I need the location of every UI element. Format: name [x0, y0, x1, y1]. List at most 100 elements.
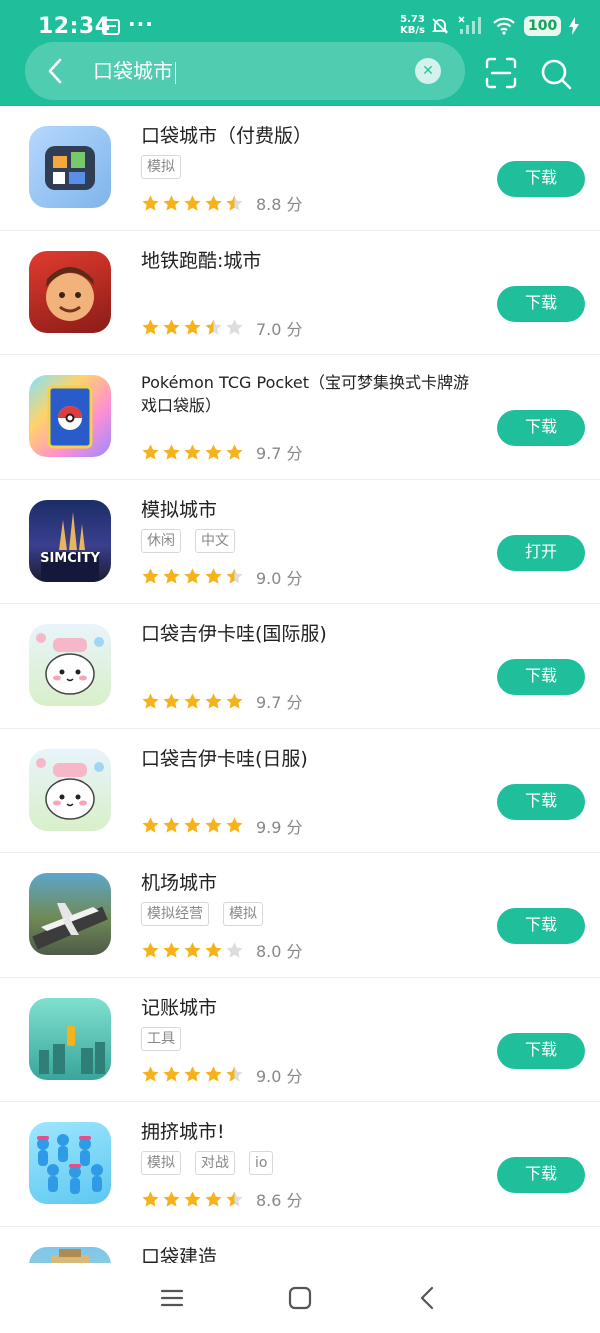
star-full-icon: [163, 817, 180, 833]
app-list-item[interactable]: SIMCITY 模拟城市 休闲 中文 9.0 分 打开: [0, 480, 600, 604]
search-results-list[interactable]: 口袋城市（付费版） 模拟 8.8 分 下载 地铁跑酷:城市 7.0 分 下载 P…: [0, 106, 600, 1263]
app-score: 9.9 分: [256, 817, 303, 837]
app-list-item[interactable]: 记账城市 工具 9.0 分 下载: [0, 978, 600, 1102]
app-name: 机场城市: [141, 872, 218, 894]
pocket-city-icon[interactable]: [29, 126, 111, 208]
crowd-city-icon-art: [37, 1134, 103, 1194]
star-full-icon: [142, 817, 159, 833]
charging-icon: [569, 17, 580, 35]
app-score: 8.0 分: [256, 942, 303, 961]
download-button[interactable]: 下载: [497, 161, 585, 197]
star-full-icon: [163, 319, 180, 335]
subway-surfers-icon[interactable]: [29, 250, 111, 333]
star-full-icon: [226, 817, 243, 833]
app-list-item[interactable]: 地铁跑酷:城市 7.0 分 下载: [0, 231, 600, 355]
scan-icon[interactable]: [484, 56, 518, 90]
download-button[interactable]: 下载: [497, 659, 585, 695]
notification-app-icon: [102, 19, 120, 35]
star-full-icon: [142, 692, 159, 709]
app-rating: 9.0 分: [141, 1063, 303, 1087]
star-full-icon: [205, 817, 222, 833]
back-arrow-icon[interactable]: [41, 56, 71, 86]
svg-text:SIMCITY: SIMCITY: [40, 551, 100, 566]
search-icon[interactable]: [538, 56, 574, 92]
download-button[interactable]: 下载: [497, 410, 585, 446]
star-empty-icon: [226, 319, 243, 335]
star-full-icon: [142, 1066, 159, 1082]
star-full-icon: [142, 443, 159, 460]
star-full-icon: [184, 194, 201, 211]
star-full-icon: [163, 568, 180, 584]
app-tag: 对战: [195, 1151, 235, 1175]
pokemon-tcg-icon[interactable]: [29, 375, 111, 457]
crowd-city-icon[interactable]: [29, 1122, 111, 1204]
star-full-icon: [205, 941, 222, 958]
pokemon-tcg-icon-art: [47, 385, 93, 449]
airport-city-icon-art: [32, 903, 108, 950]
simcity-icon[interactable]: SIMCITY: [29, 499, 111, 582]
subway-surfers-icon-art: [46, 266, 94, 321]
app-name: 记账城市: [141, 996, 218, 1019]
home-icon[interactable]: [285, 1283, 315, 1313]
more-notifications-icon: ···: [128, 12, 154, 36]
app-name: 口袋吉伊卡哇(日服): [141, 747, 308, 770]
app-rating: 9.7 分: [141, 689, 303, 713]
open-button[interactable]: 打开: [497, 534, 585, 571]
app-tag: 休闲: [141, 528, 181, 553]
menu-icon[interactable]: [157, 1283, 187, 1313]
app-list-item[interactable]: Pokémon TCG Pocket（宝可梦集换式卡牌游戏口袋版） 9.7 分 …: [0, 355, 600, 480]
download-button[interactable]: 下载: [497, 783, 585, 820]
search-input[interactable]: 口袋城市: [93, 58, 176, 84]
app-rating: 8.0 分: [141, 938, 303, 962]
pocket-build-icon[interactable]: [29, 1246, 111, 1263]
app-list-item[interactable]: 口袋建造: [0, 1227, 600, 1264]
network-speed: 5.73 KB/s: [400, 14, 425, 36]
app-tags: 休闲 中文: [141, 528, 235, 553]
star-full-icon: [226, 692, 243, 709]
star-full-icon: [205, 443, 222, 460]
star-full-icon: [184, 1190, 201, 1207]
app-list-item[interactable]: 口袋城市（付费版） 模拟 8.8 分 下载: [0, 106, 600, 231]
airport-city-icon[interactable]: [29, 873, 111, 955]
app-score: 8.8 分: [256, 195, 303, 214]
star-full-icon: [163, 1066, 180, 1082]
star-half-icon: [226, 1066, 243, 1082]
app-name: 模拟城市: [141, 498, 218, 521]
star-full-icon: [205, 1190, 222, 1207]
app-tag: 模拟: [141, 155, 181, 179]
download-button[interactable]: 下载: [497, 285, 585, 322]
app-name: 口袋吉伊卡哇(国际服): [141, 623, 327, 645]
app-list-item[interactable]: 口袋吉伊卡哇(国际服) 9.7 分 下载: [0, 604, 600, 729]
network-speed-value: 5.73: [400, 14, 425, 25]
fortune-city-icon-art: [39, 1025, 105, 1074]
download-button[interactable]: 下载: [497, 1032, 585, 1069]
text-caret: [175, 61, 176, 84]
wifi-icon: [493, 17, 515, 35]
app-name: 口袋建造: [141, 1245, 218, 1264]
star-full-icon: [184, 941, 201, 958]
pocket-build-icon-art: [51, 1248, 89, 1263]
download-button[interactable]: 下载: [497, 1157, 585, 1193]
star-full-icon: [142, 194, 159, 211]
app-tags: 模拟: [141, 155, 181, 179]
search-box[interactable]: 口袋城市 ✕: [25, 42, 465, 100]
fortune-city-icon[interactable]: [29, 997, 111, 1080]
app-tag: 模拟: [223, 902, 263, 926]
app-rating: 9.7 分: [141, 440, 303, 464]
chiikawa-icon[interactable]: [29, 624, 111, 706]
star-full-icon: [205, 1066, 222, 1082]
star-full-icon: [184, 692, 201, 709]
app-list-item[interactable]: 口袋吉伊卡哇(日服) 9.9 分 下载: [0, 729, 600, 853]
app-tag: 工具: [141, 1026, 181, 1051]
app-list-item[interactable]: 机场城市 模拟经营 模拟 8.0 分 下载: [0, 853, 600, 978]
chiikawa-icon[interactable]: [29, 748, 111, 831]
chiikawa-icon-art: [36, 633, 104, 695]
star-full-icon: [142, 1190, 159, 1207]
download-button[interactable]: 下载: [497, 908, 585, 944]
chiikawa-icon-art: [36, 757, 104, 820]
clear-search-icon[interactable]: ✕: [415, 58, 441, 84]
back-icon[interactable]: [413, 1283, 443, 1313]
simcity-icon-art: SIMCITY: [40, 511, 100, 582]
app-list-item[interactable]: 拥挤城市! 模拟 对战 io 8.6 分 下载: [0, 1102, 600, 1227]
star-full-icon: [163, 1190, 180, 1207]
